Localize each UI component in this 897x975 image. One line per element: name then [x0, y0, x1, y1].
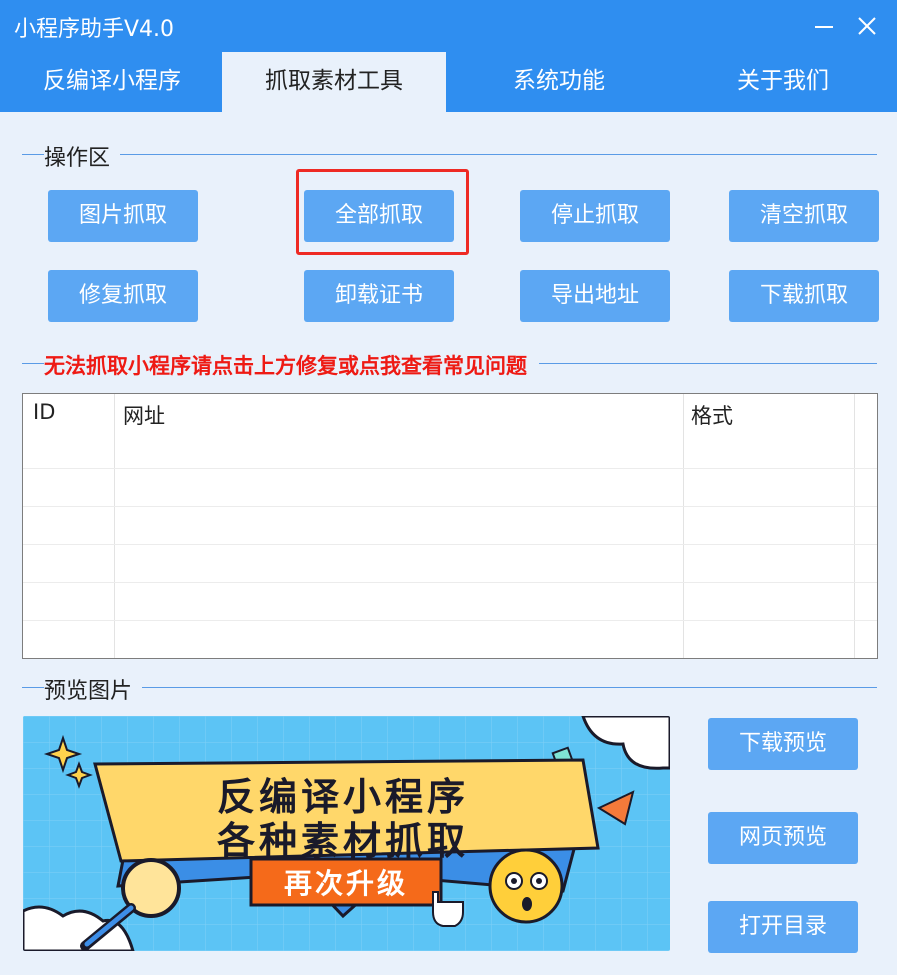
stop-grab-button[interactable]: 停止抓取	[520, 190, 670, 242]
tab-system[interactable]: 系统功能	[447, 52, 671, 112]
title-bar: 小程序助手V4.0	[0, 0, 897, 52]
download-grab-button[interactable]: 下载抓取	[729, 270, 879, 322]
tab-decompile[interactable]: 反编译小程序	[0, 52, 224, 112]
column-divider	[114, 394, 115, 658]
open-folder-button[interactable]: 打开目录	[708, 901, 858, 953]
image-grab-button[interactable]: 图片抓取	[48, 190, 198, 242]
download-preview-button[interactable]: 下载预览	[708, 718, 858, 770]
column-divider	[854, 394, 855, 658]
tab-about[interactable]: 关于我们	[671, 52, 895, 112]
column-header-format[interactable]: 格式	[691, 400, 733, 430]
tab-material-grab[interactable]: 抓取素材工具	[222, 52, 446, 112]
window-title: 小程序助手V4.0	[14, 17, 175, 42]
tab-bar: 反编译小程序 抓取素材工具 系统功能 关于我们	[0, 52, 897, 112]
column-header-url[interactable]: 网址	[123, 400, 165, 430]
banner-line2: 各种素材抓取	[216, 819, 469, 863]
column-header-id[interactable]: ID	[33, 400, 55, 424]
clear-grab-button[interactable]: 清空抓取	[729, 190, 879, 242]
table-row	[23, 582, 877, 583]
section-divider	[22, 687, 877, 688]
preview-section-header: 预览图片	[22, 673, 877, 705]
export-url-button[interactable]: 导出地址	[520, 270, 670, 322]
close-icon[interactable]	[854, 13, 880, 39]
preview-image: 反编译小程序 各种素材抓取 再次升级	[23, 716, 670, 951]
url-table: ID 网址 格式	[22, 393, 878, 659]
operation-section-label: 操作区	[44, 140, 121, 172]
table-row	[23, 468, 877, 469]
table-row	[23, 620, 877, 621]
column-divider	[683, 394, 684, 658]
uninstall-cert-button[interactable]: 卸载证书	[304, 270, 454, 322]
section-divider	[22, 154, 877, 155]
minimize-icon[interactable]	[811, 13, 837, 39]
grab-all-button[interactable]: 全部抓取	[304, 190, 454, 242]
help-notice-link[interactable]: 无法抓取小程序请点击上方修复或点我查看常见问题	[44, 350, 539, 380]
banner-badge: 再次升级	[283, 867, 408, 900]
table-row	[23, 506, 877, 507]
operation-section-header: 操作区	[22, 140, 877, 172]
repair-grab-button[interactable]: 修复抓取	[48, 270, 198, 322]
preview-section-label: 预览图片	[44, 673, 143, 705]
table-row	[23, 544, 877, 545]
web-preview-button[interactable]: 网页预览	[708, 812, 858, 864]
